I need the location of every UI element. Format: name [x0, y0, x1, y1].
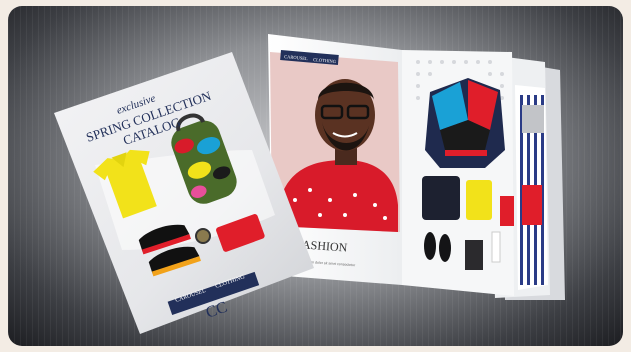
- yellow-shirt-product: [466, 180, 492, 220]
- socks-product: [491, 231, 501, 263]
- loafer-product: [439, 234, 451, 262]
- jacket-product: [425, 78, 505, 168]
- striped-page: [515, 85, 548, 290]
- catalog-scene: CAROUSEL CLOTHING FASHION Lorem ipsum do…: [54, 34, 565, 334]
- wallet-product: [465, 240, 483, 270]
- loafer-product: [424, 232, 436, 260]
- red-item-product: [500, 196, 514, 226]
- watch-product: [195, 228, 211, 244]
- sweater-product: [422, 176, 460, 220]
